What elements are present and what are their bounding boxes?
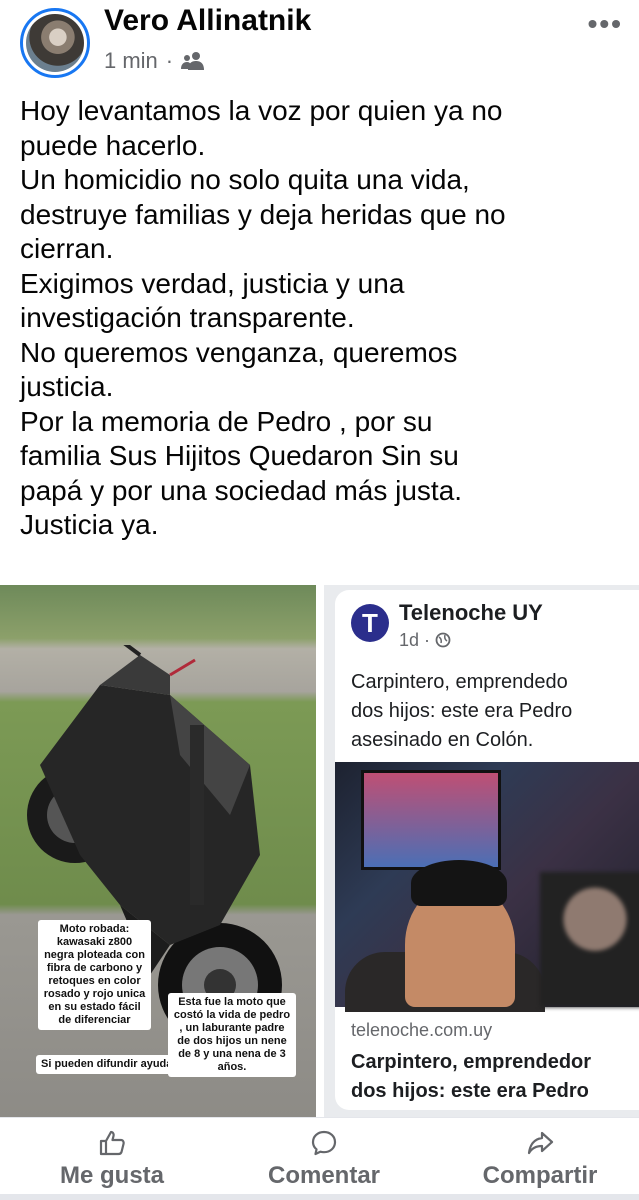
news-link: telenoche.com.uy [351,1020,493,1040]
post-text-line: investigación transparente. [20,302,355,333]
post-text-line: Justicia ya. [20,509,159,540]
avatar-image [26,14,84,72]
post-text-line: Exigimos verdad, justicia y una [20,267,405,299]
share-help-caption: Si pueden difundir ayuda ♥ [36,1055,187,1074]
thumbs-up-icon [52,1128,172,1158]
news-link-headline-line: dos hijos: este era Pedro [351,1080,589,1102]
news-headline-line: Carpintero, emprendedo [351,671,568,693]
news-link-headline-line: Carpintero, emprendedor [351,1051,592,1073]
news-card: T Telenoche UY 1d · Carpintero, emprende… [335,590,639,1110]
person-cap [411,860,507,906]
stolen-bike-caption: Moto robada: kawasaki z800 negra plotead… [38,920,151,1030]
post-text-line: familia Sus Hijitos Quedaron Sin su [20,440,459,471]
share-label: Compartir [482,1162,598,1189]
post-text: Hoy levantamos la voz por quien ya no pu… [20,94,630,543]
meta-separator: · [165,48,174,73]
news-photo [335,762,639,1012]
story-caption: Esta fue la moto que costó la vida de pe… [168,993,296,1077]
avatar[interactable] [20,8,90,78]
news-link-headline: Carpintero, emprendedor dos hijos: este … [351,1048,639,1106]
bottom-divider [0,1194,639,1200]
blurred-person [540,872,639,1007]
post-time[interactable]: 1 min [104,48,158,74]
news-meta: 1d · [399,630,451,651]
comment-label: Comentar [267,1162,381,1189]
post-media: Moto robada: kawasaki z800 negra plotead… [0,585,639,1117]
post-text-line: cierran. [20,233,114,264]
post-actions: Me gusta Comentar Compartir [0,1117,639,1200]
news-headline-line: asesinado en Colón. [351,729,534,751]
post-text-line: Por la memoria de Pedro , por su [20,405,433,437]
share-arrow-icon [470,1128,610,1158]
post-text-line: justicia. [20,371,114,402]
share-button[interactable]: Compartir [470,1128,610,1190]
post-text-line: No queremos venganza, queremos [20,336,458,368]
media-divider [316,585,324,1117]
friends-icon[interactable] [181,51,205,71]
post-text-line: destruye familias y deja heridas que no [20,198,506,230]
comment-button[interactable]: Comentar [258,1128,390,1190]
more-dots-icon[interactable]: ••• [588,8,623,40]
news-time: 1d · [399,630,431,650]
arcade-screen [361,770,501,870]
author-name[interactable]: Vero Allinatnik [104,4,311,38]
post-text-line: Hoy levantamos la voz por quien ya no [20,95,503,126]
globe-icon [435,630,451,650]
news-headline: Carpintero, emprendedo dos hijos: este e… [351,668,639,755]
motorcycle-photo[interactable]: Moto robada: kawasaki z800 negra plotead… [0,585,316,1117]
like-label: Me gusta [59,1162,164,1189]
post-text-line: papá y por una sociedad más justa. [20,474,463,506]
telenoche-logo: T [351,604,389,642]
shared-post-screenshot[interactable]: T Telenoche UY 1d · Carpintero, emprende… [324,585,639,1117]
news-headline-line: dos hijos: este era Pedro [351,700,573,722]
post-text-line: Un homicidio no solo quita una vida, [20,164,470,195]
post-meta: 1 min · [104,48,205,74]
post-text-line: puede hacerlo. [20,129,206,161]
news-page-name: Telenoche UY [399,600,543,625]
comment-icon [258,1128,390,1158]
like-button[interactable]: Me gusta [52,1128,172,1190]
post-header: Vero Allinatnik 1 min · ••• [0,0,639,90]
